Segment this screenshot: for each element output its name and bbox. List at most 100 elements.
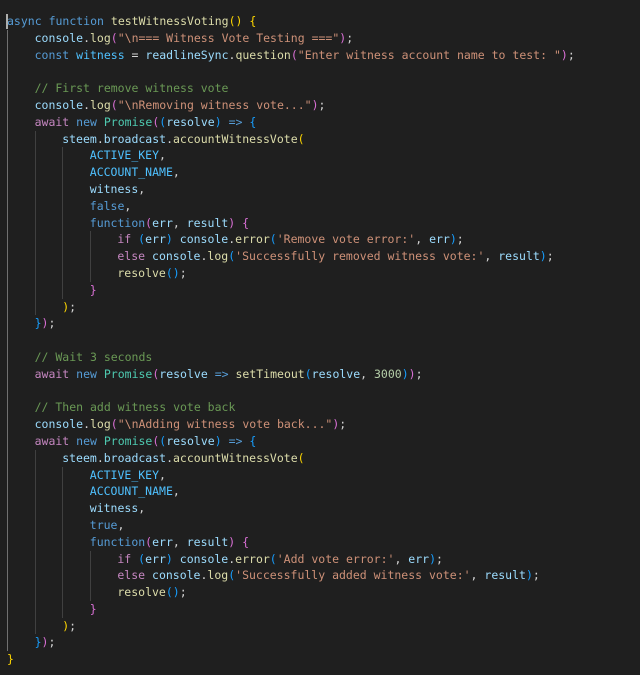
code-line[interactable]: ACTIVE_KEY, (7, 147, 575, 164)
indent-guide (7, 30, 35, 47)
string-literal-token: 'Remove vote error:' (276, 232, 416, 247)
bracket-token: ) (560, 47, 568, 62)
code-line[interactable]: console.log("\nAdding witness vote back.… (7, 416, 575, 433)
code-line[interactable]: // First remove witness vote (7, 80, 575, 97)
function-name-token: log (90, 30, 111, 45)
code-line[interactable]: function(err, result) { (7, 215, 575, 232)
text-cursor (6, 14, 8, 29)
indent-guide (62, 500, 90, 517)
code-line[interactable]: const witness = readlineSync.question("E… (7, 47, 575, 64)
punctuation-token: ; (179, 265, 187, 280)
bracket-token: () (228, 14, 243, 28)
punctuation-token: ; (456, 232, 464, 247)
code-line[interactable]: else console.log('Successfully added wit… (7, 567, 575, 584)
punctuation-token: , (172, 534, 187, 549)
bracket-token: ( (110, 30, 118, 45)
class-name-token: Promise (103, 366, 153, 381)
code-line[interactable] (7, 63, 575, 80)
code-editor[interactable]: async function testWitnessVoting() {cons… (6, 13, 575, 668)
indent-guide (7, 181, 35, 198)
bracket-token: } (7, 652, 14, 667)
code-line[interactable]: true, (7, 517, 575, 534)
code-line[interactable]: ACCOUNT_NAME, (7, 164, 575, 181)
variable-token: console (179, 232, 229, 247)
code-line[interactable] (7, 332, 575, 349)
bracket-token: { (242, 534, 250, 549)
indent-guide (7, 618, 35, 635)
code-line[interactable]: await new Promise(resolve => setTimeout(… (7, 366, 575, 383)
indent-guide (62, 282, 90, 299)
keyword-token: => (228, 433, 243, 448)
keyword-token: true (89, 517, 118, 532)
code-line[interactable]: await new Promise((resolve) => { (7, 433, 575, 450)
indent-guide (7, 383, 35, 400)
code-line[interactable]: console.log("\n=== Witness Vote Testing … (7, 30, 575, 47)
code-line[interactable]: } (7, 282, 575, 299)
indent-guide (7, 349, 35, 366)
code-line[interactable]: }); (7, 634, 575, 651)
indent-guide (7, 483, 35, 500)
code-line[interactable]: if (err) console.error('Add vote error:'… (7, 551, 575, 568)
punctuation-token: ; (69, 299, 77, 314)
punctuation-token: ; (436, 551, 443, 566)
bracket-token: ( (304, 366, 312, 381)
indent-guide (7, 551, 35, 568)
function-name-token: resolve (117, 265, 166, 280)
code-line[interactable]: false, (7, 198, 575, 215)
indent-guide (62, 215, 90, 232)
code-line[interactable]: // Wait 3 seconds (7, 349, 575, 366)
indent-guide (62, 147, 90, 164)
control-keyword-token: if (117, 551, 132, 566)
code-line[interactable]: steem.broadcast.accountWitnessVote( (7, 450, 575, 467)
code-line[interactable]: // Then add witness vote back (7, 399, 575, 416)
string-literal-token: "\nRemoving witness vote..." (117, 97, 312, 112)
code-line[interactable]: function(err, result) { (7, 534, 575, 551)
indent-guide (7, 198, 35, 215)
code-line[interactable]: await new Promise((resolve) => { (7, 114, 575, 131)
code-line[interactable]: async function testWitnessVoting() { (6, 13, 575, 30)
code-line[interactable] (7, 383, 575, 400)
code-line[interactable]: ); (7, 299, 575, 316)
control-keyword-token: await (34, 433, 70, 448)
function-name-token: testWitnessVoting (110, 14, 229, 28)
indent-guide (35, 567, 63, 584)
code-line[interactable]: ); (7, 618, 575, 635)
function-name-token: error (235, 232, 270, 247)
keyword-token: => (228, 114, 243, 129)
punctuation-token: , (124, 198, 132, 213)
bracket-token: ) (408, 366, 416, 381)
code-line[interactable]: resolve(); (7, 584, 575, 601)
punctuation-token: ; (48, 316, 56, 331)
keyword-token: new (76, 114, 97, 129)
code-line[interactable]: ACCOUNT_NAME, (7, 483, 575, 500)
punctuation-token (104, 14, 111, 28)
indent-guide (35, 584, 63, 601)
variable-token: err (429, 232, 450, 247)
punctuation-token: ; (179, 585, 187, 600)
code-line[interactable]: witness, (7, 181, 575, 198)
punctuation-token: , (138, 501, 146, 516)
punctuation-token (173, 552, 180, 566)
control-keyword-token: if (117, 232, 132, 247)
code-line[interactable]: else console.log('Successfully removed w… (7, 248, 575, 265)
control-keyword-token: else (117, 249, 146, 264)
code-line[interactable]: console.log("\nRemoving witness vote..."… (7, 97, 575, 114)
keyword-token: new (76, 433, 97, 448)
code-line[interactable]: ACTIVE_KEY, (7, 467, 575, 484)
code-line[interactable]: } (7, 601, 575, 618)
code-line[interactable]: }); (7, 315, 575, 332)
indent-guide (62, 551, 90, 568)
code-line[interactable]: steem.broadcast.accountWitnessVote( (7, 131, 575, 148)
code-line[interactable]: witness, (7, 500, 575, 517)
bracket-token: { (249, 114, 257, 129)
indent-guide (90, 567, 118, 584)
indent-guide (35, 500, 63, 517)
code-line[interactable]: if (err) console.error('Remove vote erro… (7, 231, 575, 248)
code-line[interactable]: resolve(); (7, 265, 575, 282)
code-line[interactable]: } (7, 651, 575, 668)
indent-guide (62, 517, 90, 534)
indent-guide (62, 483, 90, 500)
bracket-token: } (34, 316, 42, 331)
indent-guide (7, 416, 35, 433)
function-name-token: log (207, 249, 229, 264)
